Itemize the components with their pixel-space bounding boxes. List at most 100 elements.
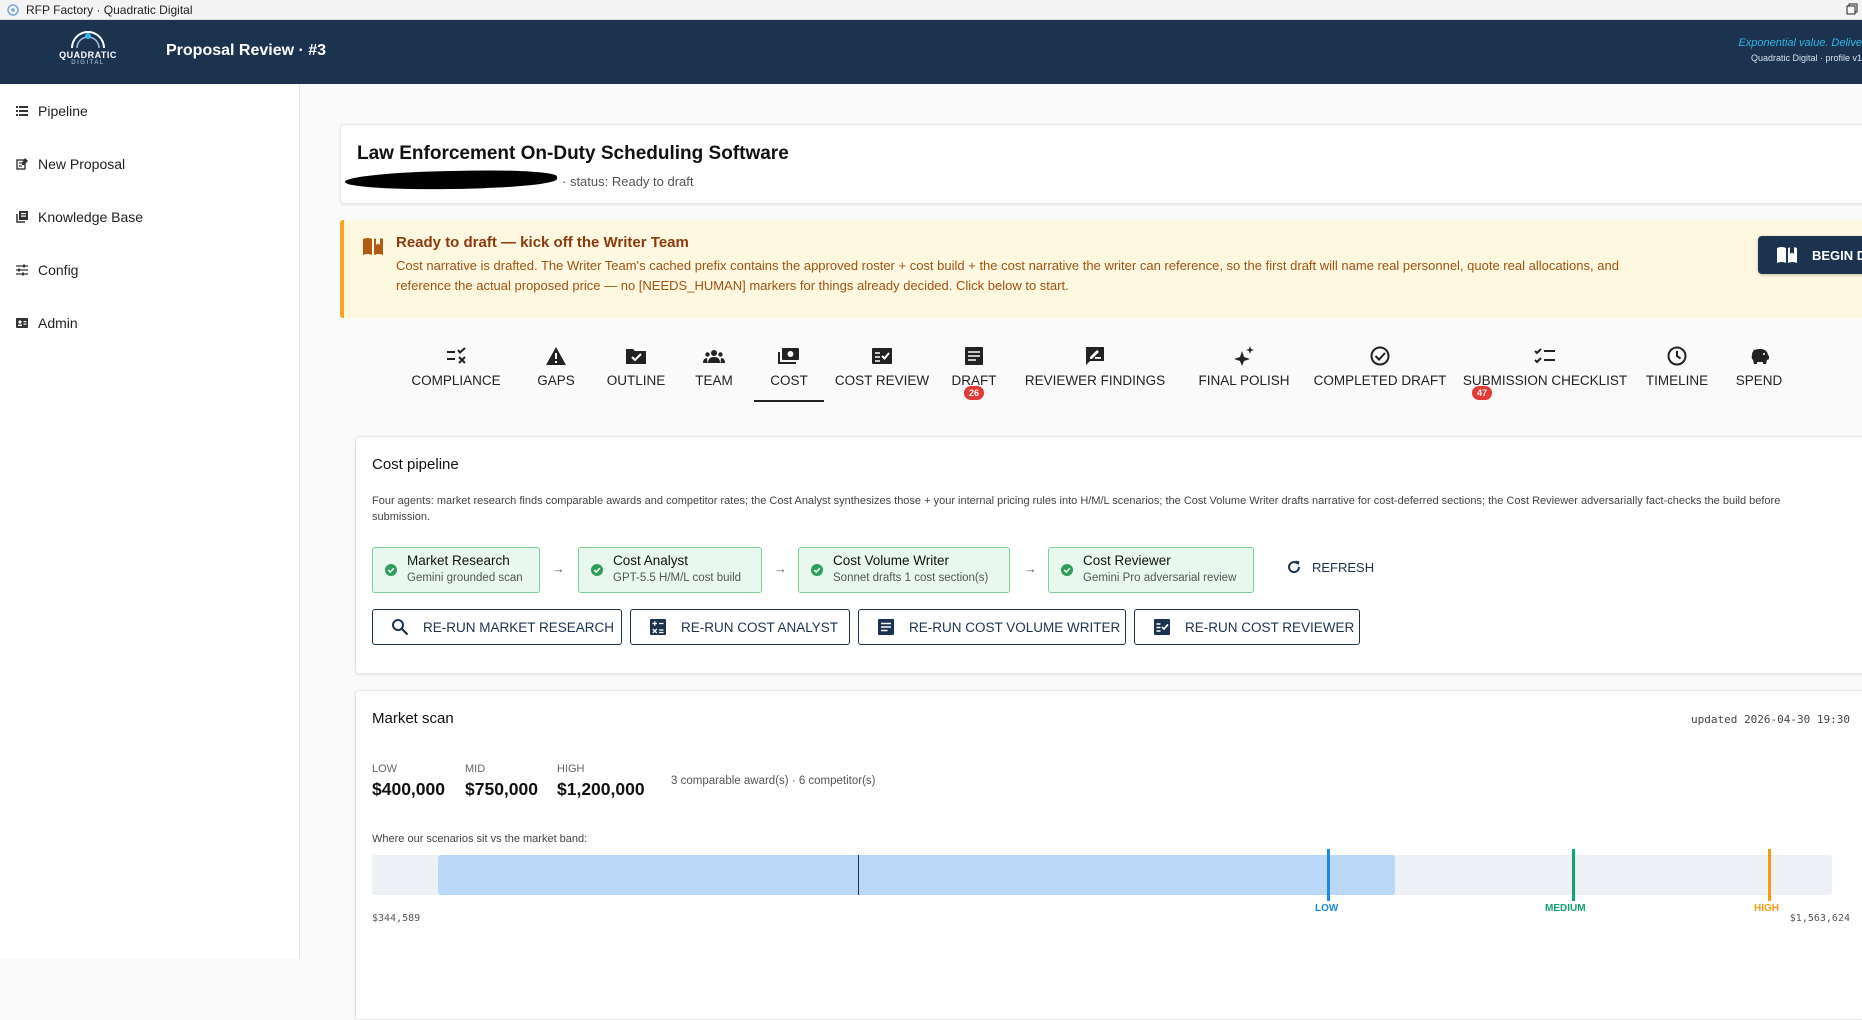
article-icon (878, 619, 894, 635)
admin-icon (16, 318, 28, 328)
scenario-medium-marker (1572, 849, 1575, 901)
stage-name: Cost Volume Writer (833, 553, 950, 568)
tab-draft[interactable]: DRAFT 26 (944, 342, 1004, 402)
check-circle-icon (811, 564, 823, 576)
proposal-status: · status: Ready to draft (562, 174, 694, 189)
ready-to-draft-banner: Ready to draft — kick off the Writer Tea… (340, 220, 1862, 318)
tab-label: COST REVIEW (834, 373, 930, 388)
window-title: RFP Factory · Quadratic Digital (26, 2, 193, 17)
check-circle-icon (1370, 346, 1390, 366)
clock-icon (1667, 346, 1687, 366)
page-title: Proposal Review · #3 (166, 42, 327, 59)
tab-timeline[interactable]: TIMELINE (1640, 342, 1714, 402)
band-high-value: $1,200,000 (557, 779, 645, 799)
axis-min-label: $344,589 (372, 913, 421, 924)
list-icon (16, 106, 28, 116)
stage-arrow: → (552, 561, 565, 576)
tagline-text: Exponential value. Delive (1738, 37, 1862, 49)
band-mid-value: $750,000 (465, 779, 538, 799)
scenario-low-label: LOW (1315, 903, 1339, 914)
folder-check-icon (626, 349, 646, 364)
checklist-x-icon (447, 347, 466, 364)
tab-label: GAPS (537, 373, 575, 388)
rerun-label: RE-RUN COST REVIEWER (1185, 619, 1355, 635)
tab-cost[interactable]: COST (754, 342, 824, 402)
banner-title: Ready to draft — kick off the Writer Tea… (396, 234, 689, 251)
market-band-range (438, 855, 1395, 895)
stage-arrow: → (774, 561, 787, 576)
stage-cost-reviewer[interactable]: Cost Reviewer Gemini Pro adversarial rev… (1048, 547, 1254, 593)
tab-label: COMPLIANCE (411, 373, 501, 388)
tab-label: COMPLETED DRAFT (1313, 373, 1447, 388)
sidebar-item-admin[interactable]: Admin (0, 303, 300, 343)
tab-cost-review[interactable]: COST REVIEW (830, 342, 934, 402)
stage-cost-volume-writer[interactable]: Cost Volume Writer Sonnet drafts 1 cost … (798, 547, 1010, 593)
tune-icon (16, 264, 28, 276)
new-proposal-icon (16, 158, 28, 170)
library-icon (16, 211, 28, 223)
band-low-value: $400,000 (372, 779, 445, 799)
fact-check-icon (872, 348, 892, 364)
stage-market-research[interactable]: Market Research Gemini grounded scan (372, 547, 540, 593)
rate-review-icon (1086, 347, 1104, 365)
tab-team[interactable]: TEAM (682, 342, 746, 402)
sidebar-item-new-proposal[interactable]: New Proposal (0, 144, 300, 184)
stage-arrow: → (1024, 561, 1037, 576)
logo-text: QUADRATIC (59, 50, 117, 60)
book-icon (363, 238, 383, 255)
profile-text: Quadratic Digital · profile v1 (1750, 53, 1862, 63)
tab-label: TIMELINE (1645, 373, 1709, 388)
begin-drafting-button[interactable]: BEGIN DRAFTING (1758, 236, 1862, 274)
calculator-icon (650, 619, 666, 635)
rerun-cost-reviewer-button[interactable]: RE-RUN COST REVIEWER (1134, 609, 1360, 645)
sidebar-item-label: Knowledge Base (38, 209, 144, 225)
check-circle-icon (591, 564, 603, 576)
comparables-count: 3 comparable award(s) · 6 competitor(s) (671, 775, 876, 787)
logo-arc-icon (71, 31, 105, 49)
checklist-icon (1534, 348, 1555, 364)
cost-pipeline-title: Cost pipeline (372, 456, 459, 473)
cost-pipeline-description: Four agents: market research finds compa… (372, 495, 1781, 523)
rerun-label: RE-RUN COST VOLUME WRITER (909, 619, 1121, 635)
scenario-low-marker (1327, 849, 1330, 901)
tab-completed-draft[interactable]: COMPLETED DRAFT (1310, 342, 1450, 402)
payments-icon (778, 348, 799, 364)
app-header: QUADRATIC DIGITAL Proposal Review · #3 E… (0, 20, 1862, 84)
sidebar-item-knowledge-base[interactable]: Knowledge Base (0, 197, 300, 237)
band-low-label: LOW (372, 763, 398, 775)
restore-window-icon[interactable] (1846, 3, 1858, 15)
proposal-title: Law Enforcement On-Duty Scheduling Softw… (357, 143, 789, 164)
market-band-track (372, 849, 1832, 901)
piggy-bank-icon (1751, 349, 1769, 364)
sidebar-item-pipeline[interactable]: Pipeline (0, 91, 300, 131)
stage-name: Market Research (407, 553, 510, 568)
sidebar: Pipeline New Proposal Knowledge Base Con… (0, 84, 300, 959)
search-icon (392, 619, 409, 636)
tab-submission-checklist[interactable]: SUBMISSION CHECKLIST 47 (1458, 342, 1632, 402)
rerun-cost-analyst-button[interactable]: RE-RUN COST ANALYST (630, 609, 850, 645)
tab-compliance[interactable]: COMPLIANCE (402, 342, 510, 402)
band-mid-label: MID (465, 763, 486, 775)
article-icon (965, 347, 983, 365)
rerun-market-research-button[interactable]: RE-RUN MARKET RESEARCH (372, 609, 622, 645)
sidebar-item-label: New Proposal (38, 156, 126, 172)
redacted-agency-name (344, 169, 558, 191)
tab-final-polish[interactable]: FINAL POLISH (1186, 342, 1302, 402)
tab-label: FINAL POLISH (1198, 373, 1290, 388)
begin-drafting-label: BEGIN DRAFTING (1812, 247, 1862, 263)
check-circle-icon (385, 564, 397, 576)
stage-subtitle: Gemini grounded scan (407, 572, 523, 584)
sidebar-item-config[interactable]: Config (0, 250, 300, 290)
refresh-button[interactable]: REFRESH (1286, 559, 1374, 575)
company-logo[interactable]: QUADRATIC DIGITAL (52, 24, 124, 80)
tab-reviewer-findings[interactable]: REVIEWER FINDINGS (1014, 342, 1176, 402)
scenario-band-label: Where our scenarios sit vs the market ba… (372, 833, 588, 845)
tab-label: REVIEWER FINDINGS (1024, 373, 1166, 388)
sidebar-item-label: Pipeline (38, 103, 88, 119)
refresh-label: REFRESH (1312, 559, 1375, 575)
stage-cost-analyst[interactable]: Cost Analyst GPT-5.5 H/M/L cost build (578, 547, 762, 593)
tab-spend[interactable]: SPEND (1724, 342, 1794, 402)
rerun-cost-volume-writer-button[interactable]: RE-RUN COST VOLUME WRITER (858, 609, 1126, 645)
tab-outline[interactable]: OUTLINE (598, 342, 674, 402)
tab-gaps[interactable]: GAPS (522, 342, 590, 402)
